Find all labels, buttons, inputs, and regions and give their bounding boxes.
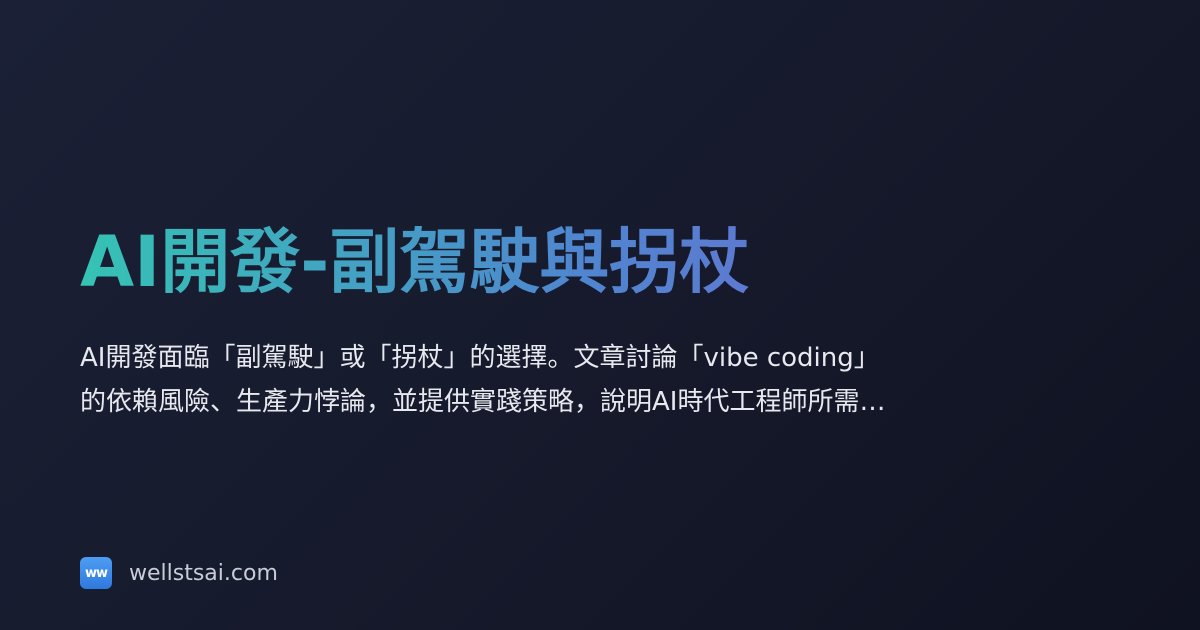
description-line-2: 的依賴風險、生產力悖論，並提供實踐策略，說明AI時代工程師所需…: [80, 387, 886, 417]
site-domain: wellstsai.com: [129, 560, 278, 586]
page-title: AI開發-副駕駛與拐杖: [80, 214, 1120, 310]
site-footer: ww wellstsai.com: [80, 557, 278, 589]
site-logo-icon: ww: [80, 557, 112, 589]
article-description: AI開發面臨「副駕駛」或「拐杖」的選擇。文章討論「vibe coding」 的依…: [80, 336, 1010, 424]
share-card: AI開發-副駕駛與拐杖 AI開發面臨「副駕駛」或「拐杖」的選擇。文章討論「vib…: [0, 0, 1200, 630]
description-line-1: AI開發面臨「副駕駛」或「拐杖」的選擇。文章討論「vibe coding」: [80, 343, 880, 373]
